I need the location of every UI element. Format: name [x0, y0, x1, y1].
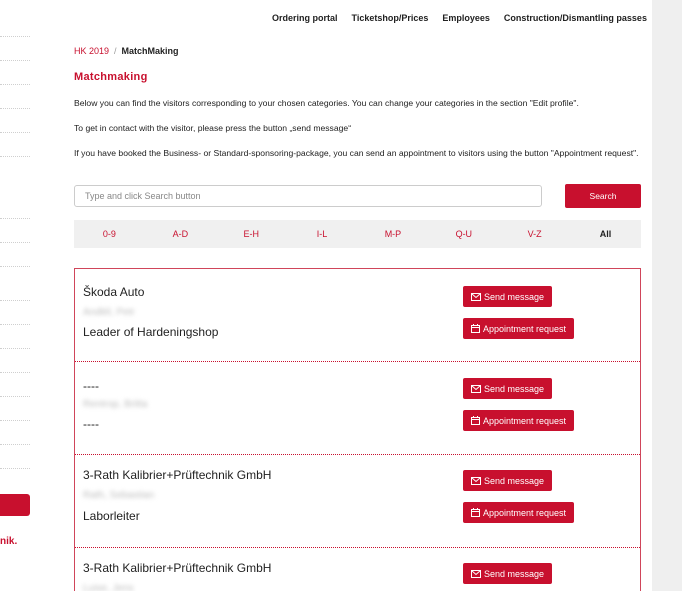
- send-message-button[interactable]: Send message: [463, 563, 553, 584]
- contact-paragraph: To get in contact with the visitor, plea…: [74, 123, 352, 133]
- send-message-label: Send message: [484, 383, 545, 394]
- nav-ticketshop-prices[interactable]: Ticketshop/Prices: [352, 13, 429, 23]
- filter-all[interactable]: All: [570, 220, 641, 248]
- send-message-button[interactable]: Send message: [463, 470, 553, 491]
- sidebar-divider: [0, 218, 30, 219]
- sidebar-divider: [0, 266, 30, 267]
- nav-construction-passes[interactable]: Construction/Dismantling passes: [504, 13, 647, 23]
- sidebar-divider: [0, 108, 30, 109]
- visitor-company: 3-Rath Kalibrier+Prüftechnik GmbH: [83, 561, 272, 575]
- filter-0-9[interactable]: 0-9: [74, 220, 145, 248]
- page-title: Matchmaking: [74, 71, 148, 83]
- sidebar-divider: [0, 444, 30, 445]
- filter-q-u[interactable]: Q-U: [428, 220, 499, 248]
- sidebar-divider: [0, 60, 30, 61]
- visitor-role: Leader of Hardeningshop: [83, 325, 219, 339]
- send-message-label: Send message: [484, 291, 545, 302]
- page: nik. Ordering portal Ticketshop/Prices E…: [0, 0, 652, 591]
- visitor-company: Škoda Auto: [83, 285, 145, 299]
- sidebar-divider: [0, 36, 30, 37]
- card-divider: [75, 547, 640, 548]
- appointment-request-label: Appointment request: [483, 507, 567, 518]
- calendar-icon: [471, 508, 480, 517]
- breadcrumb-current: MatchMaking: [121, 46, 179, 56]
- sidebar-divider: [0, 324, 30, 325]
- breadcrumb-home-link[interactable]: HK 2019: [74, 46, 109, 56]
- envelope-icon: [471, 292, 481, 301]
- sidebar-divider: [0, 132, 30, 133]
- nav-ordering-portal[interactable]: Ordering portal: [272, 13, 338, 23]
- filter-m-p[interactable]: M-P: [358, 220, 429, 248]
- filter-a-d[interactable]: A-D: [145, 220, 216, 248]
- visitor-company: 3-Rath Kalibrier+Prüftechnik GmbH: [83, 468, 272, 482]
- sidebar-divider: [0, 348, 30, 349]
- visitor-name: Andlél, Petr: [83, 307, 135, 318]
- visitor-name: Rentrop, Britta: [83, 399, 148, 410]
- filter-v-z[interactable]: V-Z: [499, 220, 570, 248]
- intro-paragraph: Below you can find the visitors correspo…: [74, 98, 579, 108]
- visitor-name: Luise, Jens: [83, 583, 134, 591]
- sidebar-divider: [0, 84, 30, 85]
- calendar-icon: [471, 324, 480, 333]
- sidebar-divider: [0, 300, 30, 301]
- sidebar-divider: [0, 372, 30, 373]
- envelope-icon: [471, 384, 481, 393]
- visitor-company: ----: [83, 379, 99, 393]
- card-divider: [75, 361, 640, 362]
- top-navigation: Ordering portal Ticketshop/Prices Employ…: [272, 13, 647, 23]
- visitor-name: Rath, Sebastian: [83, 490, 155, 501]
- sidebar-partial-text: nik.: [0, 536, 18, 547]
- envelope-icon: [471, 476, 481, 485]
- sidebar-divider: [0, 468, 30, 469]
- send-message-label: Send message: [484, 568, 545, 579]
- sidebar-divider: [0, 420, 30, 421]
- appointment-request-button[interactable]: Appointment request: [463, 502, 575, 523]
- send-message-button[interactable]: Send message: [463, 286, 553, 307]
- breadcrumb: HK 2019 / MatchMaking: [74, 46, 179, 56]
- appointment-request-button[interactable]: Appointment request: [463, 410, 575, 431]
- search-button[interactable]: Search: [565, 184, 641, 208]
- visitor-role: Laborleiter: [83, 509, 140, 523]
- sidebar-divider: [0, 156, 30, 157]
- alphabet-filter-bar: 0-9 A-D E-H I-L M-P Q-U V-Z All: [74, 220, 641, 248]
- sidebar-divider: [0, 396, 30, 397]
- sidebar-button[interactable]: [0, 494, 30, 516]
- appointment-request-button[interactable]: Appointment request: [463, 318, 575, 339]
- envelope-icon: [471, 569, 481, 578]
- card-divider: [75, 454, 640, 455]
- appointment-request-label: Appointment request: [483, 323, 567, 334]
- search-input[interactable]: [74, 185, 542, 207]
- window-edge: [652, 0, 682, 591]
- send-message-label: Send message: [484, 475, 545, 486]
- sponsoring-paragraph: If you have booked the Business- or Stan…: [74, 148, 639, 158]
- calendar-icon: [471, 416, 480, 425]
- visitor-results-list: Škoda Auto Andlél, Petr Leader of Harden…: [74, 268, 641, 591]
- sidebar-divider: [0, 242, 30, 243]
- appointment-request-label: Appointment request: [483, 415, 567, 426]
- send-message-button[interactable]: Send message: [463, 378, 553, 399]
- visitor-role: ----: [83, 417, 99, 431]
- filter-e-h[interactable]: E-H: [216, 220, 287, 248]
- filter-i-l[interactable]: I-L: [287, 220, 358, 248]
- breadcrumb-separator: /: [114, 46, 117, 56]
- nav-employees[interactable]: Employees: [442, 13, 490, 23]
